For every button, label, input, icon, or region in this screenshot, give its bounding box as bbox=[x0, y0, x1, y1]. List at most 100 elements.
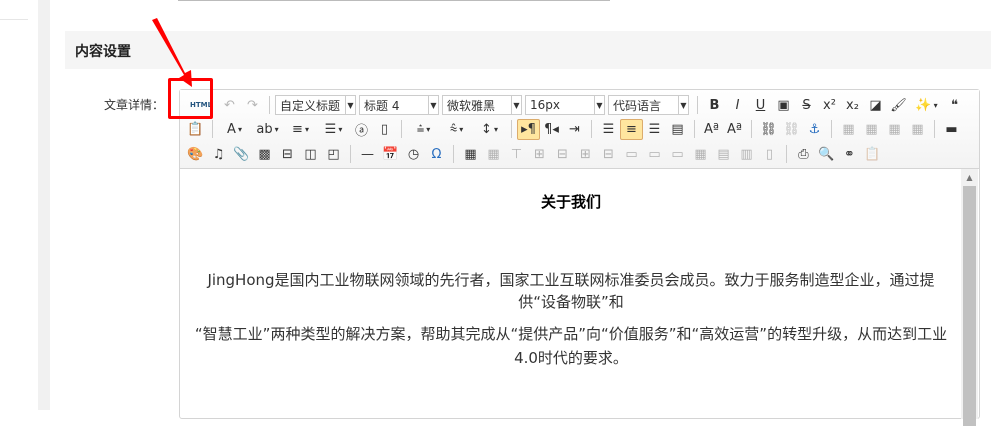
code-language-value: 代码语言 bbox=[613, 98, 662, 113]
row-spacing-top-icon[interactable]: ⩮ bbox=[407, 119, 440, 140]
map-icon[interactable]: ▩ bbox=[253, 144, 276, 165]
font-border-icon[interactable]: ▣ bbox=[772, 95, 795, 116]
content-title: 关于我们 bbox=[540, 193, 601, 211]
web-app-icon[interactable]: ◰ bbox=[322, 144, 345, 165]
custom-heading-value: 自定义标题 bbox=[280, 98, 341, 113]
attachment-icon[interactable]: 📎 bbox=[230, 144, 253, 165]
separator bbox=[212, 120, 213, 138]
unordered-list-icon[interactable]: ☰ bbox=[317, 119, 350, 140]
underline-icon[interactable]: U bbox=[749, 95, 772, 116]
custom-heading-select[interactable]: 自定义标题 ▼ bbox=[275, 95, 356, 115]
strikethrough-icon[interactable]: S̶ bbox=[795, 95, 818, 116]
special-chars-icon[interactable]: Ω bbox=[425, 144, 448, 165]
bold-icon[interactable]: B bbox=[703, 95, 726, 116]
separator bbox=[511, 120, 512, 138]
direction-rtl-icon[interactable]: ¶◂ bbox=[540, 119, 563, 140]
insert-paragraph-before-table-icon[interactable]: ⊤ bbox=[505, 144, 528, 165]
horizontal-rule-icon[interactable]: — bbox=[356, 144, 379, 165]
link-icon[interactable]: ⛓ bbox=[757, 119, 780, 140]
split-to-cols-icon[interactable]: ▥ bbox=[735, 144, 758, 165]
merge-cells-icon[interactable]: ▭ bbox=[620, 144, 643, 165]
image-left-icon[interactable]: ▦ bbox=[837, 119, 860, 140]
scrollbar-thumb[interactable] bbox=[963, 186, 976, 426]
justify-full-icon[interactable]: ▤ bbox=[666, 119, 689, 140]
scroll-up-arrow-icon[interactable]: ▲ bbox=[961, 173, 978, 182]
content-paragraph: “智慧工业”两种类型的解决方案，帮助其完成从“提供产品”向“价值服务”和“高效运… bbox=[194, 325, 948, 367]
split-to-cells-icon[interactable]: ▦ bbox=[689, 144, 712, 165]
touppercase-icon[interactable]: Aª bbox=[700, 119, 723, 140]
article-detail-label: 文章详情： bbox=[104, 98, 165, 112]
indent-icon[interactable]: ⇥ bbox=[563, 119, 586, 140]
chevron-down-icon: ▼ bbox=[594, 96, 604, 114]
editor-scrollbar[interactable]: ▲ bbox=[961, 169, 978, 426]
insert-col-icon[interactable]: ⊞ bbox=[574, 144, 597, 165]
line-height-icon[interactable]: ↕ bbox=[473, 119, 506, 140]
font-color-icon[interactable]: A bbox=[218, 119, 251, 140]
separator bbox=[934, 120, 935, 138]
direction-ltr-icon[interactable]: ▸¶ bbox=[517, 118, 540, 140]
format-brush-icon[interactable]: 🖌 bbox=[887, 95, 910, 116]
justify-right-icon[interactable]: ☰ bbox=[643, 119, 666, 140]
chevron-down-icon: ▼ bbox=[511, 96, 521, 114]
search-replace-icon[interactable]: ⚭ bbox=[838, 144, 861, 165]
undo-icon[interactable]: ↶ bbox=[218, 95, 241, 116]
chevron-down-icon: ▼ bbox=[428, 96, 438, 114]
split-to-rows-icon[interactable]: ▤ bbox=[712, 144, 735, 165]
template-icon[interactable]: ◫ bbox=[299, 144, 322, 165]
separator bbox=[591, 120, 592, 138]
justify-left-icon[interactable]: ☰ bbox=[597, 119, 620, 140]
content-paragraph: JingHong是国内工业物联网领域的先行者，国家工业互联网标准委员会成员。致力… bbox=[207, 271, 935, 311]
print-icon[interactable]: ⎙ bbox=[792, 144, 815, 165]
editor-content[interactable]: 关于我们 JingHong是国内工业物联网领域的先行者，国家工业互联网标准委员会… bbox=[180, 169, 962, 419]
delete-col-icon[interactable]: ⊟ bbox=[597, 144, 620, 165]
italic-icon[interactable]: I bbox=[726, 95, 749, 116]
separator bbox=[401, 120, 402, 138]
merge-down-icon[interactable]: ▭ bbox=[666, 144, 689, 165]
page-break-icon[interactable]: ⊟ bbox=[276, 144, 299, 165]
tolowercase-icon[interactable]: Aª bbox=[723, 119, 746, 140]
magic-wand-icon[interactable]: ✨ bbox=[910, 95, 943, 116]
merge-right-icon[interactable]: ▭ bbox=[643, 144, 666, 165]
paste-icon[interactable]: 📋 bbox=[861, 144, 884, 165]
charts-icon[interactable]: ▯ bbox=[758, 144, 781, 165]
delete-table-icon[interactable]: ▦ bbox=[482, 144, 505, 165]
music-icon[interactable]: ♫ bbox=[207, 144, 230, 165]
insert-table-icon[interactable]: ▦ bbox=[459, 144, 482, 165]
separator bbox=[453, 145, 454, 163]
ordered-list-icon[interactable]: ≡ bbox=[284, 119, 317, 140]
paste-plain-icon[interactable]: 📋 bbox=[184, 119, 207, 140]
separator bbox=[786, 145, 787, 163]
insert-row-icon[interactable]: ⊞ bbox=[528, 144, 551, 165]
insert-image-icon[interactable]: ▬ bbox=[940, 119, 963, 140]
preview-icon[interactable]: 🔍 bbox=[815, 144, 838, 165]
justify-center-icon[interactable]: ≡ bbox=[620, 118, 643, 140]
redo-icon[interactable]: ↷ bbox=[241, 95, 264, 116]
row-spacing-bottom-icon[interactable]: ⩯ bbox=[440, 119, 473, 140]
red-arrow-annotation bbox=[152, 18, 192, 87]
paragraph-format-select[interactable]: 标题 4 ▼ bbox=[359, 95, 439, 115]
subscript-icon[interactable]: x₂ bbox=[841, 95, 864, 116]
code-language-select[interactable]: 代码语言 ▼ bbox=[608, 95, 689, 115]
unlink-icon[interactable]: ⛓ bbox=[780, 119, 803, 140]
font-size-select[interactable]: 16px ▼ bbox=[525, 95, 605, 115]
select-all-icon[interactable]: ⓐ bbox=[350, 119, 373, 140]
section-header: 内容设置 bbox=[65, 31, 991, 69]
eraser-icon[interactable]: ◪ bbox=[864, 95, 887, 116]
superscript-icon[interactable]: x² bbox=[818, 95, 841, 116]
clear-doc-icon[interactable]: ▯ bbox=[373, 119, 396, 140]
blockquote-icon[interactable]: ❝ bbox=[943, 95, 966, 116]
separator bbox=[694, 120, 695, 138]
background-color-icon[interactable]: ab bbox=[251, 119, 284, 140]
chevron-down-icon: ▼ bbox=[345, 96, 355, 114]
time-icon[interactable]: ◷ bbox=[402, 144, 425, 165]
font-size-value: 16px bbox=[530, 98, 560, 112]
rich-text-editor: HTML ↶ ↷ 自定义标题 ▼ 标题 4 ▼ 微软雅黑 ▼ 16px ▼ 代码语言 ▼ B… bbox=[179, 89, 980, 426]
scrawl-icon[interactable]: 🎨 bbox=[184, 144, 207, 165]
image-none-icon[interactable]: ▦ bbox=[883, 119, 906, 140]
date-icon[interactable]: 📅 bbox=[379, 144, 402, 165]
delete-row-icon[interactable]: ⊟ bbox=[551, 144, 574, 165]
image-center-icon[interactable]: ▦ bbox=[906, 119, 929, 140]
image-right-icon[interactable]: ▦ bbox=[860, 119, 883, 140]
anchor-icon[interactable]: ⚓ bbox=[803, 119, 826, 140]
font-family-select[interactable]: 微软雅黑 ▼ bbox=[442, 95, 522, 115]
